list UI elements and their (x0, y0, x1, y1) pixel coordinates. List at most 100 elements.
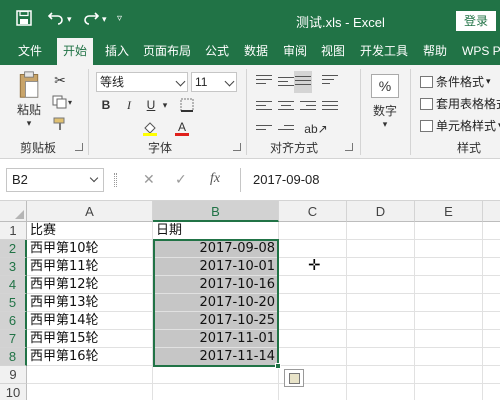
cell-b[interactable]: 日期 (153, 222, 279, 240)
cell-d[interactable] (347, 384, 415, 400)
tab-home[interactable]: 开始 (57, 38, 94, 65)
cell-f[interactable] (483, 348, 500, 366)
cell-e[interactable] (415, 330, 483, 348)
paste-button[interactable]: 粘贴 ▾ (12, 71, 46, 129)
cell-d[interactable] (347, 276, 415, 294)
alignment-launcher-icon[interactable] (345, 143, 353, 151)
cell-d[interactable] (347, 240, 415, 258)
save-icon[interactable] (16, 10, 32, 26)
cell-f[interactable] (483, 222, 500, 240)
cell-f[interactable] (483, 258, 500, 276)
align-top-icon[interactable] (256, 75, 272, 87)
cell-e[interactable] (415, 348, 483, 366)
tab-view[interactable]: 视图 (321, 38, 345, 65)
cell-b[interactable]: 2017-10-01 (153, 258, 279, 276)
enter-icon[interactable]: ✓ (175, 171, 187, 188)
cell-f[interactable] (483, 384, 500, 400)
number-format-button[interactable]: % 数字 ▾ (366, 71, 404, 133)
cell-style-button[interactable]: 单元格样式▾ (420, 117, 500, 134)
cell-f[interactable] (483, 240, 500, 258)
cell-e[interactable] (415, 222, 483, 240)
column-header-a[interactable]: A (27, 201, 153, 222)
redo-icon[interactable] (82, 9, 100, 31)
cell-d[interactable] (347, 222, 415, 240)
font-launcher-icon[interactable] (233, 143, 241, 151)
tab-page-layout[interactable]: 页面布局 (143, 38, 191, 65)
row-header[interactable]: 3 (0, 258, 27, 276)
cell-d[interactable] (347, 366, 415, 384)
cell-b[interactable]: 2017-09-08 (153, 240, 279, 258)
tab-help[interactable]: 帮助 (423, 38, 447, 65)
bold-button[interactable]: B (98, 96, 114, 114)
tab-developer[interactable]: 开发工具 (360, 38, 408, 65)
font-color-button[interactable]: A (172, 119, 192, 137)
column-header-f[interactable] (483, 201, 500, 222)
cell-d[interactable] (347, 294, 415, 312)
cell-f[interactable] (483, 312, 500, 330)
insert-function-icon[interactable]: fx (210, 171, 220, 187)
conditional-format-button[interactable]: 条件格式 ▾ (420, 73, 491, 90)
cancel-icon[interactable]: ✕ (143, 171, 155, 188)
tab-review[interactable]: 审阅 (283, 38, 307, 65)
undo-icon[interactable] (47, 9, 65, 31)
align-bottom-icon[interactable] (294, 71, 312, 93)
cell-f[interactable] (483, 330, 500, 348)
cell-c[interactable] (279, 348, 347, 366)
cell-b[interactable]: 2017-10-16 (153, 276, 279, 294)
cell-a[interactable] (27, 366, 153, 384)
table-format-button[interactable]: 套用表格格式 (420, 95, 500, 112)
cell-c[interactable] (279, 222, 347, 240)
underline-dropdown-icon[interactable]: ▾ (160, 98, 170, 112)
row-header[interactable]: 5 (0, 294, 27, 312)
row-header[interactable]: 10 (0, 384, 27, 400)
clipboard-launcher-icon[interactable] (75, 143, 83, 151)
cell-d[interactable] (347, 312, 415, 330)
column-header-c[interactable]: C (279, 201, 347, 222)
row-header[interactable]: 6 (0, 312, 27, 330)
tab-wps[interactable]: WPS PI (462, 38, 500, 65)
column-header-b[interactable]: B (153, 201, 279, 222)
redo-dropdown-icon[interactable]: ▾ (102, 9, 107, 29)
formula-input[interactable]: 2017-09-08 (240, 168, 500, 192)
font-name-select[interactable]: 等线 (96, 72, 188, 92)
cell-c[interactable] (279, 330, 347, 348)
cell-a[interactable]: 西甲第14轮 (27, 312, 153, 330)
fill-color-icon[interactable] (140, 119, 160, 137)
merge-center-icon[interactable] (322, 101, 338, 113)
quick-analysis-button[interactable] (284, 369, 304, 387)
cell-a[interactable] (27, 384, 153, 400)
underline-button[interactable]: U (143, 96, 159, 114)
cell-f[interactable] (483, 366, 500, 384)
cell-f[interactable] (483, 276, 500, 294)
cell-c[interactable] (279, 312, 347, 330)
row-header[interactable]: 8 (0, 348, 27, 366)
tab-formulas[interactable]: 公式 (205, 38, 229, 65)
cell-b[interactable] (153, 366, 279, 384)
cell-c[interactable] (279, 294, 347, 312)
cell-f[interactable] (483, 294, 500, 312)
cell-a[interactable]: 西甲第15轮 (27, 330, 153, 348)
cell-e[interactable] (415, 366, 483, 384)
cell-e[interactable] (415, 384, 483, 400)
tab-insert[interactable]: 插入 (105, 38, 129, 65)
format-painter-icon[interactable] (50, 115, 70, 133)
column-header-e[interactable]: E (415, 201, 483, 222)
fill-handle[interactable] (275, 363, 281, 369)
cell-a[interactable]: 西甲第16轮 (27, 348, 153, 366)
cell-d[interactable] (347, 330, 415, 348)
tab-data[interactable]: 数据 (244, 38, 268, 65)
italic-button[interactable]: I (121, 96, 137, 114)
cell-e[interactable] (415, 294, 483, 312)
cell-b[interactable]: 2017-11-01 (153, 330, 279, 348)
cell-e[interactable] (415, 258, 483, 276)
row-header[interactable]: 4 (0, 276, 27, 294)
cell-c[interactable] (279, 276, 347, 294)
cell-b[interactable]: 2017-10-25 (153, 312, 279, 330)
login-button[interactable]: 登录 (456, 11, 496, 31)
cell-e[interactable] (415, 312, 483, 330)
borders-icon[interactable] (178, 96, 196, 114)
cell-e[interactable] (415, 240, 483, 258)
cell-b[interactable] (153, 384, 279, 400)
font-size-select[interactable]: 11 (191, 72, 237, 92)
align-left-icon[interactable] (256, 101, 272, 113)
